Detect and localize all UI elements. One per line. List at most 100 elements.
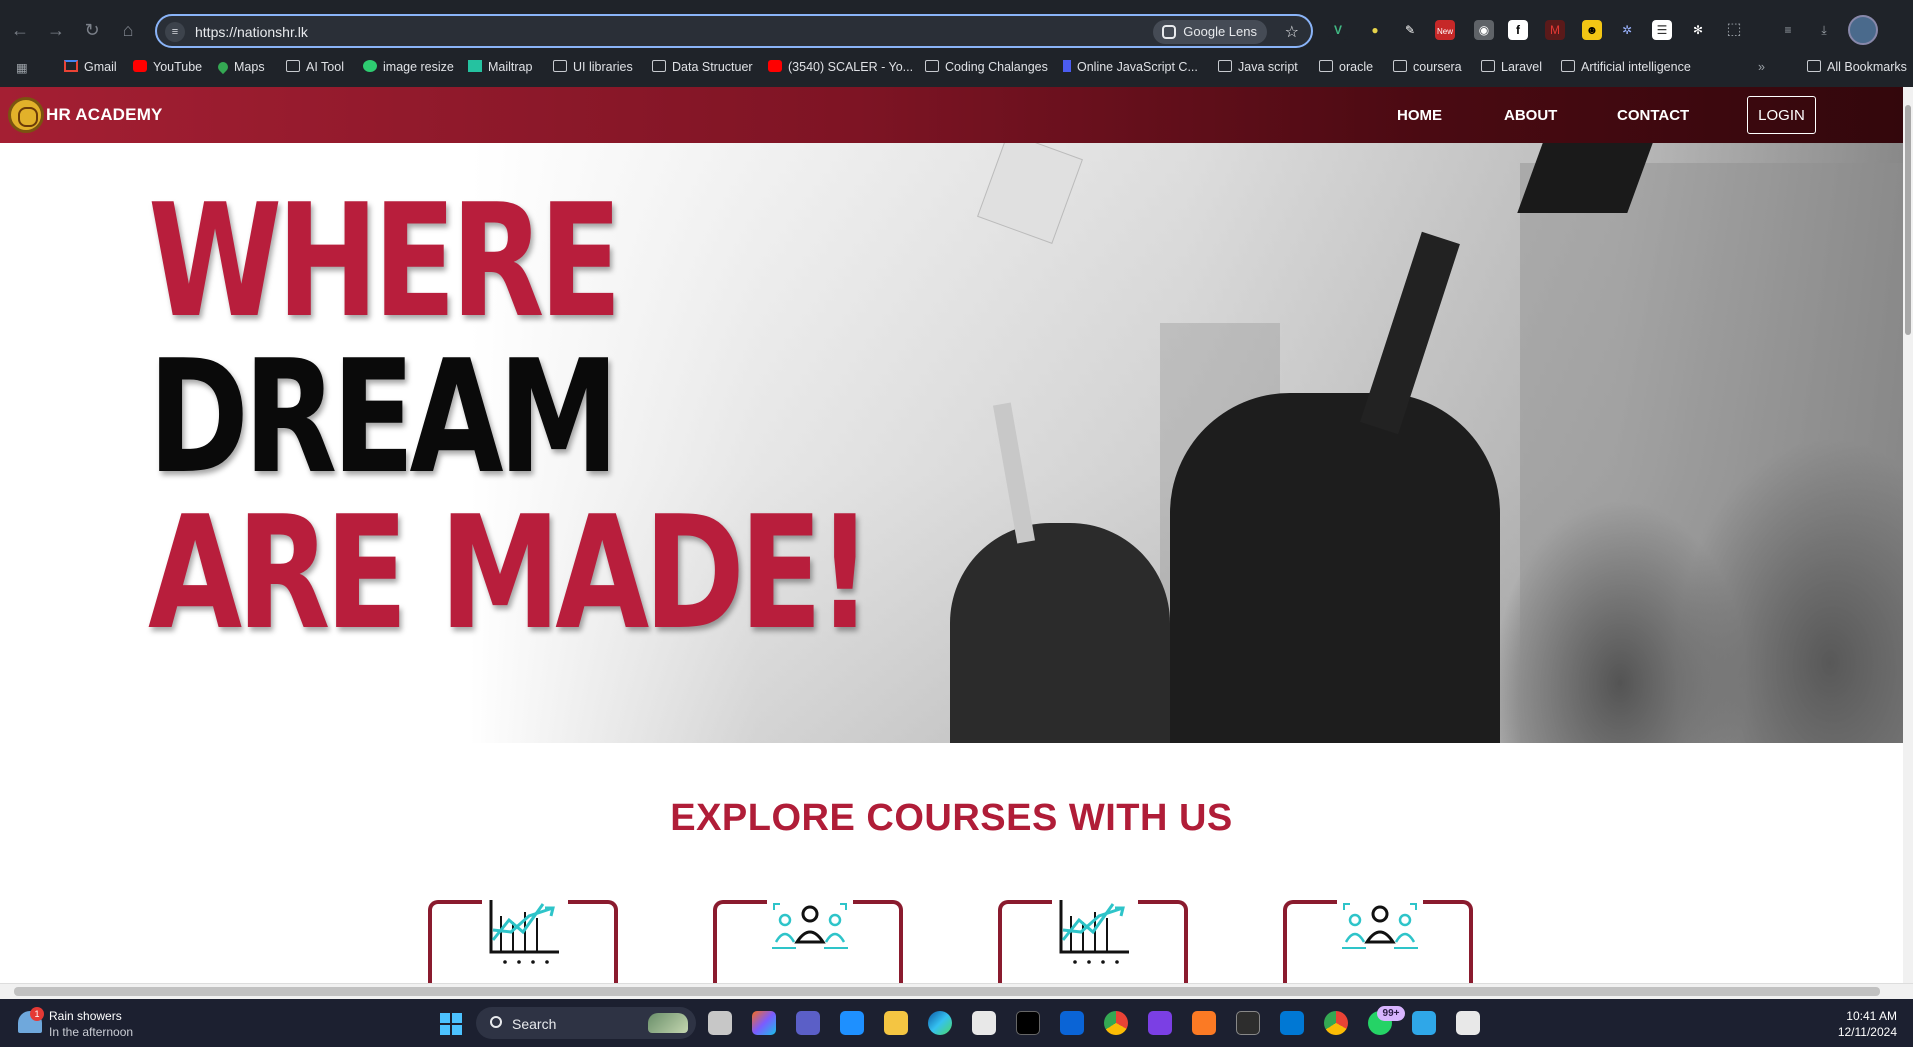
back-icon[interactable]: ←	[8, 18, 32, 42]
growth-chart-icon	[489, 900, 559, 964]
bookmark-image-resize[interactable]: image resize	[363, 60, 454, 74]
edge-icon[interactable]	[928, 1011, 952, 1035]
chrome-active-icon[interactable]	[1324, 1011, 1348, 1035]
horizontal-scroll-thumb[interactable]	[14, 987, 1880, 996]
folder-icon	[1393, 60, 1407, 72]
bookmark-label: Coding Chalanges	[945, 60, 1048, 74]
gmail-icon	[64, 60, 78, 72]
bookmark-label: oracle	[1339, 60, 1374, 74]
brand-name[interactable]: HR ACADEMY	[46, 105, 163, 125]
raised-arm	[992, 402, 1036, 544]
bulb-icon[interactable]: ●	[1365, 20, 1385, 40]
gear-extension-icon[interactable]: ✲	[1617, 20, 1637, 40]
face-extension-icon[interactable]: ☻	[1582, 20, 1602, 40]
bookmark-data-structuer[interactable]: Data Structuer	[652, 60, 753, 74]
m-extension-icon[interactable]: M	[1545, 20, 1565, 40]
notepad-icon[interactable]	[1412, 1011, 1436, 1035]
new-badge-extension-icon[interactable]: New	[1435, 20, 1455, 40]
store-icon[interactable]	[840, 1011, 864, 1035]
task-view-icon[interactable]	[708, 1011, 732, 1035]
forward-icon[interactable]: →	[44, 18, 68, 42]
bookmark-label: YouTube	[153, 60, 203, 74]
windows-taskbar: 1 Rain showers In the afternoon Search 9…	[0, 999, 1913, 1047]
list-extension-icon[interactable]: ☰	[1652, 20, 1672, 40]
weather-title[interactable]: Rain showers	[49, 1009, 122, 1023]
vue-devtools-icon[interactable]: V	[1328, 20, 1348, 40]
google-lens-button[interactable]: Google Lens	[1153, 20, 1267, 44]
whatsapp-badge: 99+	[1377, 1006, 1405, 1021]
snipping-tool-icon[interactable]	[1456, 1011, 1480, 1035]
url-text[interactable]: https://nationshr.lk	[195, 24, 308, 40]
hero-section: WHERE DREAM ARE MADE!	[0, 143, 1903, 743]
vertical-scroll-thumb[interactable]	[1905, 105, 1911, 335]
xampp-icon[interactable]	[1192, 1011, 1216, 1035]
proton-vpn-icon[interactable]	[1148, 1011, 1172, 1035]
bookmark-label: Laravel	[1501, 60, 1542, 74]
bookmark-artificial-intelligence[interactable]: Artificial intelligence	[1561, 60, 1691, 74]
chrome-icon[interactable]	[1104, 1011, 1128, 1035]
login-button[interactable]: LOGIN	[1747, 96, 1816, 134]
apps-grid-icon[interactable]: ▦	[16, 60, 28, 75]
bookmark-scaler[interactable]: (3540) SCALER - Yo...	[768, 60, 913, 74]
graduate-woman	[950, 523, 1170, 743]
all-bookmarks[interactable]: All Bookmarks	[1807, 60, 1907, 74]
site-info-icon[interactable]: ≡	[165, 22, 185, 42]
course-card[interactable]	[1283, 898, 1473, 983]
mail-icon[interactable]	[972, 1011, 996, 1035]
nav-contact[interactable]: CONTACT	[1617, 107, 1689, 124]
bookmark-gmail[interactable]: Gmail	[64, 60, 117, 74]
bookmark-mailtrap[interactable]: Mailtrap	[468, 60, 532, 74]
course-card[interactable]	[998, 898, 1188, 983]
academy-logo-icon[interactable]	[8, 97, 44, 133]
growth-chart-icon	[1059, 900, 1129, 964]
copilot-icon[interactable]	[752, 1011, 776, 1035]
download-icon[interactable]: ⤓	[1814, 20, 1834, 40]
bookmark-youtube[interactable]: YouTube	[133, 60, 202, 74]
course-card[interactable]	[428, 898, 618, 983]
bookmark-maps[interactable]: Maps	[215, 59, 265, 75]
reading-list-icon[interactable]: ≡	[1778, 20, 1798, 40]
bookmark-laravel[interactable]: Laravel	[1481, 60, 1542, 74]
bookmark-ui-libraries[interactable]: UI libraries	[553, 60, 633, 74]
bookmark-java-script[interactable]: Java script	[1218, 60, 1298, 74]
outlook-icon[interactable]	[1060, 1011, 1084, 1035]
bookmark-coding-chalanges[interactable]: Coding Chalanges	[925, 60, 1048, 74]
puzzle-icon[interactable]: ⬚	[1724, 20, 1744, 40]
clock-date: 12/11/2024	[1837, 1025, 1897, 1039]
profile-avatar[interactable]	[1848, 15, 1878, 45]
taskbar-search[interactable]: Search	[476, 1007, 696, 1039]
bookmark-online-javascript[interactable]: Online JavaScript C...	[1063, 60, 1198, 74]
reload-icon[interactable]: ↻	[80, 18, 104, 42]
pen-icon[interactable]: ✎	[1400, 20, 1420, 40]
nav-home[interactable]: HOME	[1397, 107, 1442, 124]
home-icon[interactable]: ⌂	[116, 18, 140, 42]
bookmark-label: image resize	[383, 60, 454, 74]
f-extension-icon[interactable]: f	[1508, 20, 1528, 40]
bookmark-star-icon[interactable]: ☆	[1285, 22, 1299, 42]
react-icon[interactable]: ✻	[1688, 20, 1708, 40]
bookmark-ai-tool[interactable]: AI Tool	[286, 60, 344, 74]
file-explorer-icon[interactable]	[884, 1011, 908, 1035]
bookmark-label: Data Structuer	[672, 60, 753, 74]
mailtrap-icon	[468, 60, 482, 72]
camera-icon[interactable]: ◉	[1474, 20, 1494, 40]
terminal-icon[interactable]	[1016, 1011, 1040, 1035]
windows-start-icon[interactable]	[440, 1013, 462, 1035]
weather-subtitle[interactable]: In the afternoon	[49, 1025, 133, 1039]
bookmark-oracle[interactable]: oracle	[1319, 60, 1373, 74]
search-label: Search	[512, 1016, 557, 1032]
address-bar[interactable]: ≡ https://nationshr.lk Google Lens ☆	[155, 14, 1313, 48]
course-card[interactable]	[713, 898, 903, 983]
command-prompt-icon[interactable]	[1236, 1011, 1260, 1035]
vertical-scrollbar[interactable]	[1903, 87, 1913, 983]
weather-badge: 1	[30, 1007, 44, 1021]
vscode-icon[interactable]	[1280, 1011, 1304, 1035]
horizontal-scrollbar[interactable]	[0, 983, 1913, 999]
system-clock[interactable]: 10:41 AM 12/11/2024	[1838, 1008, 1897, 1040]
bookmarks-overflow-icon[interactable]: »	[1758, 60, 1765, 74]
teams-icon[interactable]	[796, 1011, 820, 1035]
all-bookmarks-label: All Bookmarks	[1827, 60, 1907, 74]
nav-about[interactable]: ABOUT	[1504, 107, 1557, 124]
bookmark-coursera[interactable]: coursera	[1393, 60, 1462, 74]
hero-headline-line3: ARE MADE!	[148, 482, 873, 664]
